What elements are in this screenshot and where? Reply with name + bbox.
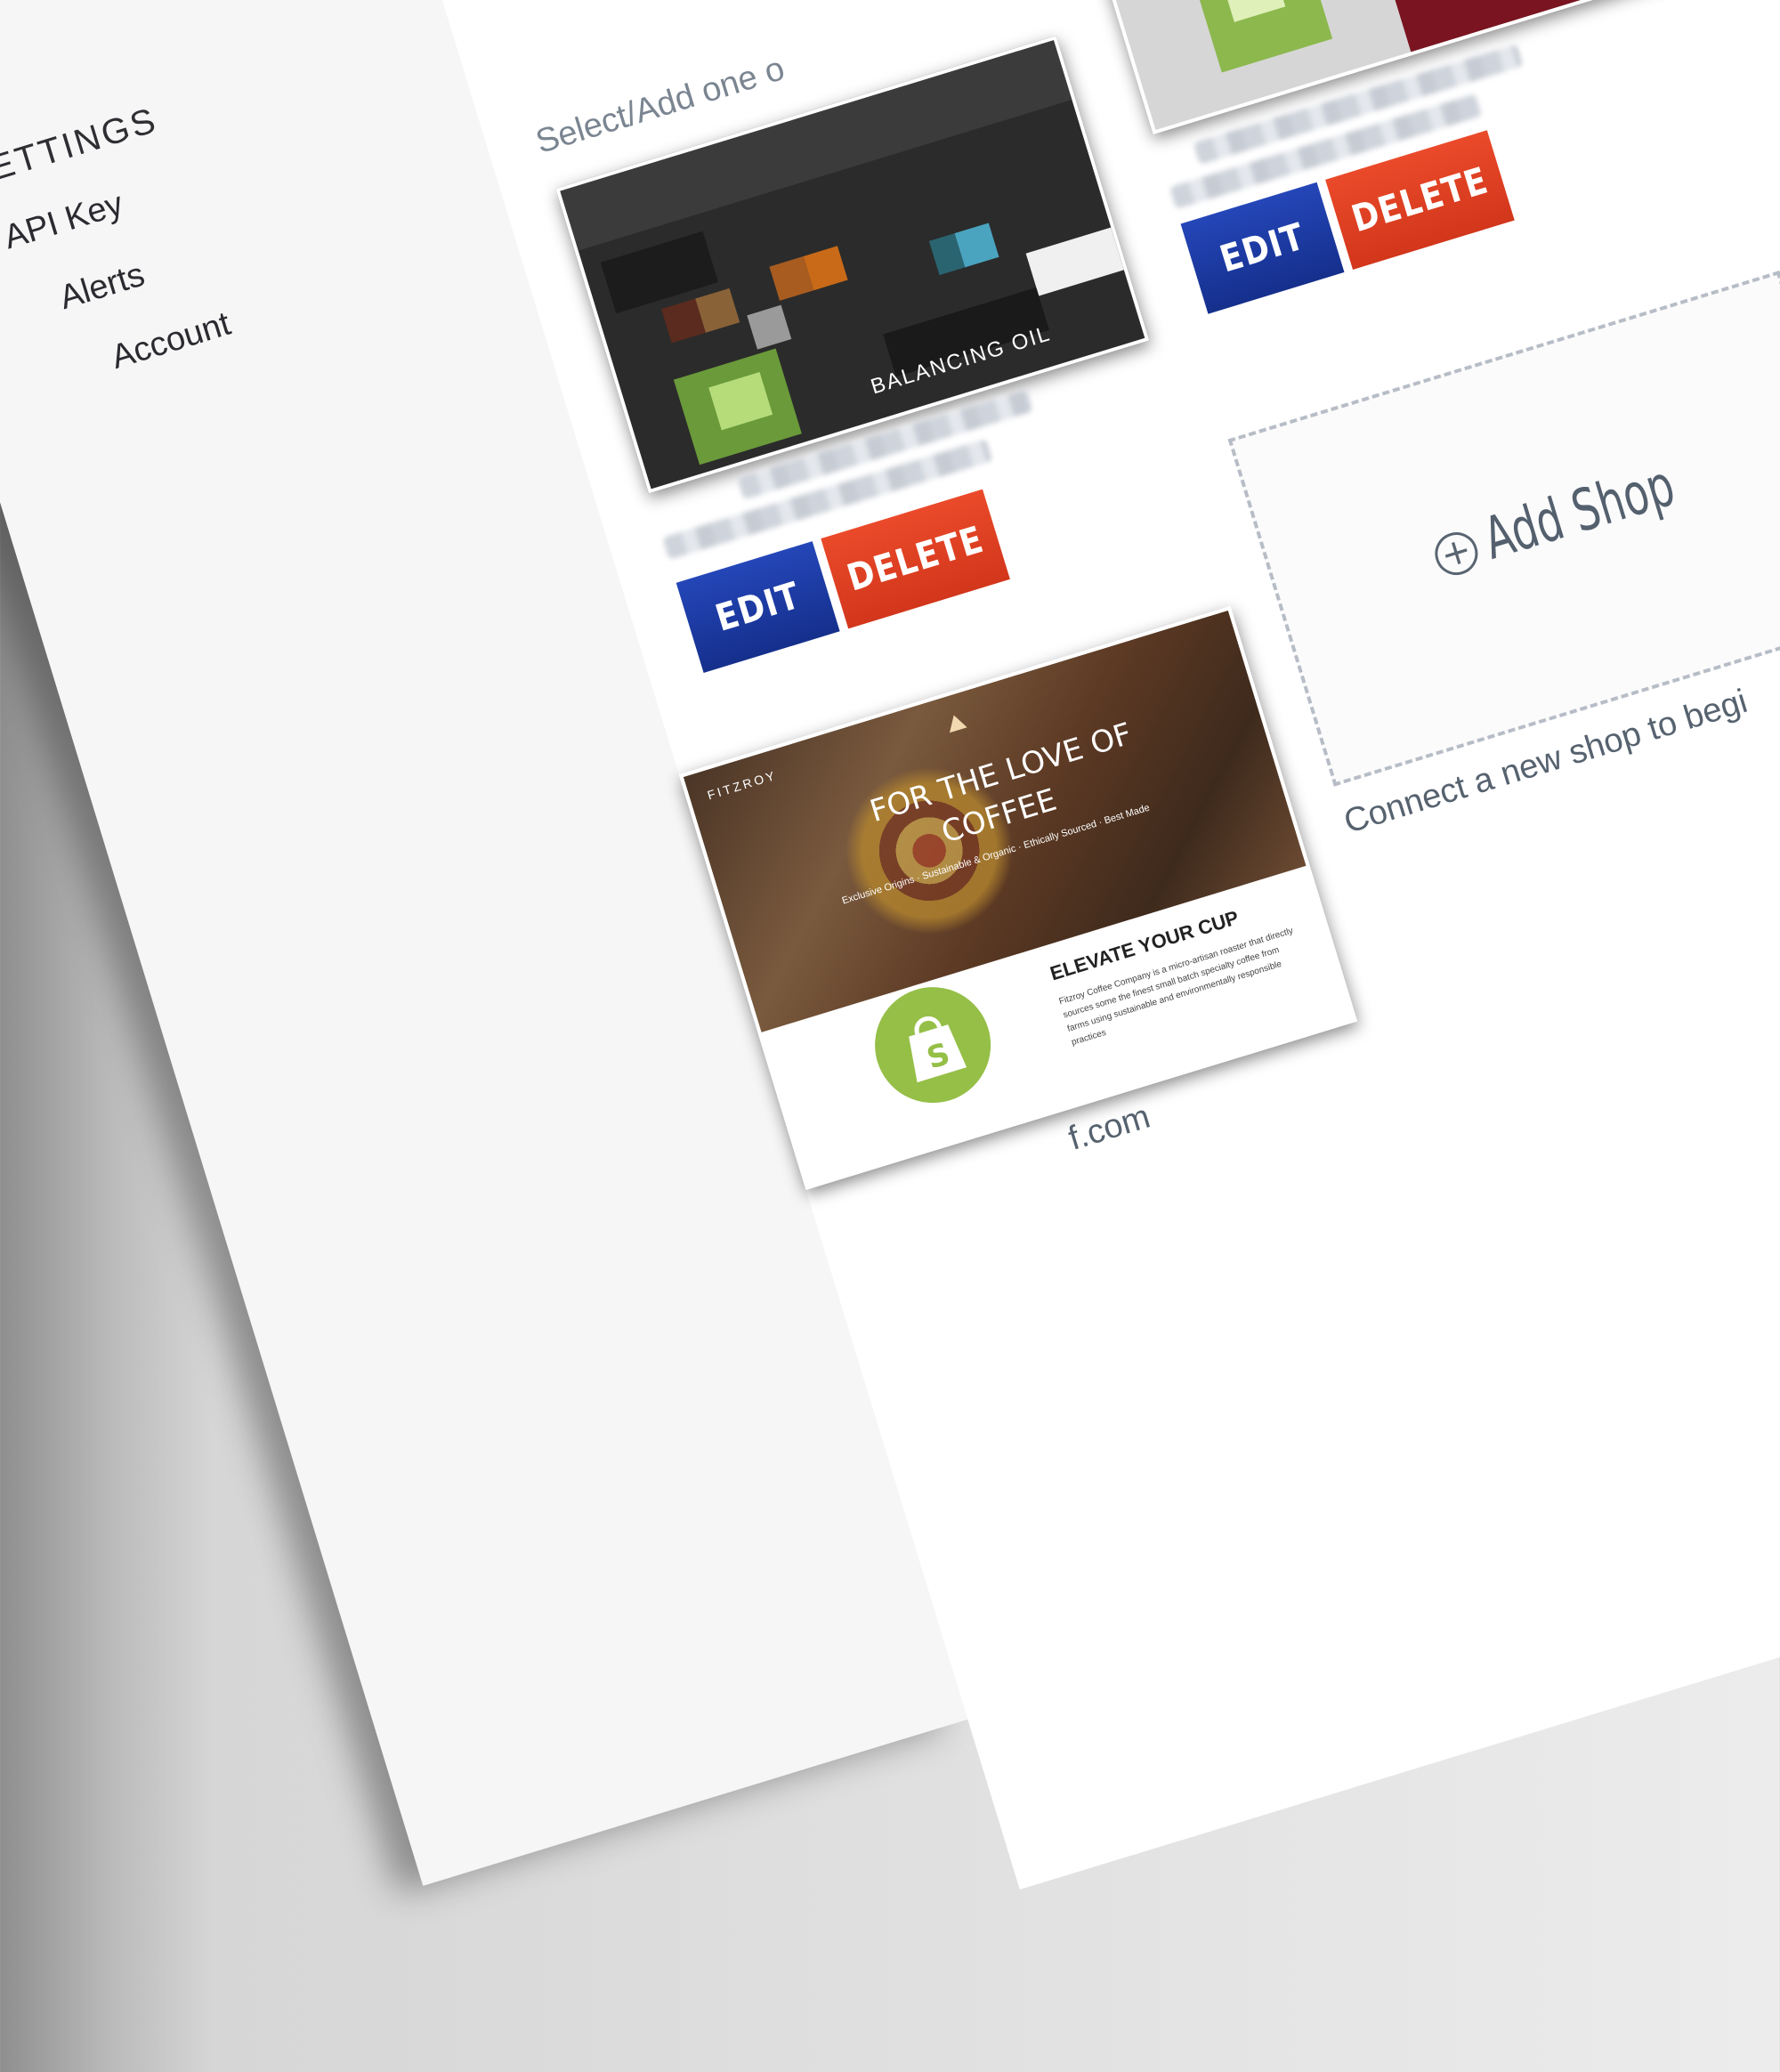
sidebar-item-alerts[interactable]: Alerts: [55, 256, 149, 319]
shop-2-screenshot[interactable]: [1064, 0, 1671, 135]
sidebar-heading: SETTINGS: [0, 100, 163, 197]
shop-3-domain: f.com: [1064, 1097, 1155, 1158]
shop-2-edit-button[interactable]: EDIT: [1180, 182, 1345, 314]
shop-1-delete-button[interactable]: DELETE: [821, 489, 1010, 629]
shop-1-edit-button[interactable]: EDIT: [676, 541, 840, 674]
add-shop-label: Add Shop: [1476, 451, 1682, 573]
sidebar-item-account[interactable]: Account: [107, 305, 235, 377]
settings-page: SETTINGS API Key Alerts Account Select/A…: [0, 0, 1780, 1890]
sidebar-item-api-key[interactable]: API Key: [0, 185, 127, 257]
shop-3-screenshot[interactable]: FITZROY ⛰ FOR THE LOVE OF COFFEE Exclusi…: [678, 605, 1358, 1190]
plus-circle-icon: +: [1429, 527, 1484, 580]
